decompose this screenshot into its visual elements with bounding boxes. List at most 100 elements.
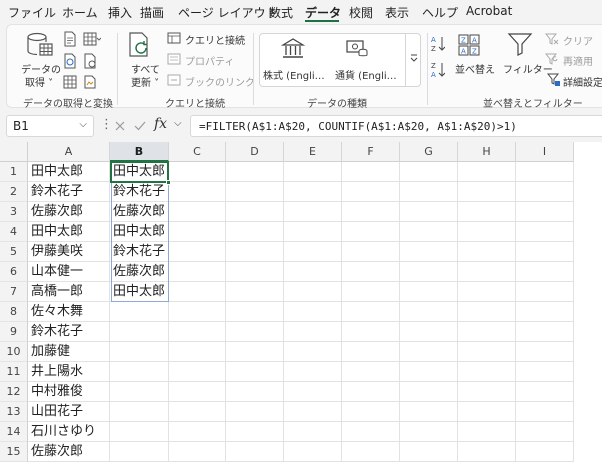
cell-h12[interactable] [458,382,516,402]
cell-g9[interactable] [400,322,458,342]
currencies-icon[interactable] [345,37,369,59]
cell-f9[interactable] [342,322,400,342]
cell-g3[interactable] [400,202,458,222]
cell-c12[interactable] [169,382,226,402]
cell-c15[interactable] [169,442,226,462]
cell-a2[interactable]: 鈴木花子 [28,182,110,202]
cell-e1[interactable] [284,162,342,182]
cell-e2[interactable] [284,182,342,202]
cell-e11[interactable] [284,362,342,382]
cell-f7[interactable] [342,282,400,302]
cell-a3[interactable]: 佐藤次郎 [28,202,110,222]
cell-a1[interactable]: 田中太郎 [28,162,110,182]
cell-d8[interactable] [226,302,284,322]
cell-g6[interactable] [400,262,458,282]
cell-c11[interactable] [169,362,226,382]
from-table-icon[interactable] [83,31,101,47]
cell-e12[interactable] [284,382,342,402]
cancel-icon[interactable] [114,120,126,132]
cell-h10[interactable] [458,342,516,362]
cell-c6[interactable] [169,262,226,282]
insert-function-icon[interactable]: fx [154,116,167,132]
cell-f11[interactable] [342,362,400,382]
sort-descending-icon[interactable]: Z A [431,61,445,79]
column-header-i[interactable]: I [516,142,574,162]
cell-d2[interactable] [226,182,284,202]
cell-h6[interactable] [458,262,516,282]
tab-data[interactable]: データ [305,4,341,21]
stocks-bank-icon[interactable] [281,37,305,59]
select-all-corner[interactable] [0,142,28,162]
cell-g12[interactable] [400,382,458,402]
cell-d4[interactable] [226,222,284,242]
cell-h15[interactable] [458,442,516,462]
advanced-filter-icon[interactable] [547,73,561,87]
cell-f5[interactable] [342,242,400,262]
cell-b10[interactable] [110,342,169,362]
cell-a9[interactable]: 鈴木花子 [28,322,110,342]
row-header-15[interactable]: 15 [0,442,28,462]
sort-dialog-icon[interactable]: Z A A Z [457,33,481,57]
column-header-g[interactable]: G [400,142,458,162]
cell-d15[interactable] [226,442,284,462]
cell-g10[interactable] [400,342,458,362]
refresh-all-dropdown-label[interactable]: 更新 ˅ [131,74,159,89]
cell-d3[interactable] [226,202,284,222]
tab-review[interactable]: 校閲 [349,4,373,21]
cell-h5[interactable] [458,242,516,262]
row-header-3[interactable]: 3 [0,202,28,222]
advanced-filter-button[interactable]: 詳細設定 [563,74,602,89]
cell-i7[interactable] [516,282,574,302]
cell-g11[interactable] [400,362,458,382]
cell-h2[interactable] [458,182,516,202]
column-header-c[interactable]: C [169,142,226,162]
cell-g7[interactable] [400,282,458,302]
column-header-b[interactable]: B [110,142,169,162]
cell-e15[interactable] [284,442,342,462]
cell-b14[interactable] [110,422,169,442]
cell-b8[interactable] [110,302,169,322]
row-header-13[interactable]: 13 [0,402,28,422]
cell-a11[interactable]: 井上陽水 [28,362,110,382]
cell-f15[interactable] [342,442,400,462]
cell-d14[interactable] [226,422,284,442]
cell-b3[interactable]: 佐藤次郎 [110,202,169,222]
cell-c13[interactable] [169,402,226,422]
cell-h1[interactable] [458,162,516,182]
cell-d13[interactable] [226,402,284,422]
from-web-icon[interactable] [63,53,77,69]
cell-g4[interactable] [400,222,458,242]
cell-a4[interactable]: 田中太郎 [28,222,110,242]
cell-h8[interactable] [458,302,516,322]
cell-i11[interactable] [516,362,574,382]
name-box[interactable]: B1 ⌵ [6,115,94,137]
cell-e7[interactable] [284,282,342,302]
cell-b2[interactable]: 鈴木花子 [110,182,169,202]
cell-c5[interactable] [169,242,226,262]
row-header-8[interactable]: 8 [0,302,28,322]
cell-f10[interactable] [342,342,400,362]
more-options-icon[interactable]: ⋮ [100,117,113,132]
column-header-d[interactable]: D [226,142,284,162]
tab-page-layout[interactable]: ページ レイアウト [178,4,278,21]
chevron-down-icon[interactable]: ⌵ [79,119,87,130]
cell-g1[interactable] [400,162,458,182]
cell-d11[interactable] [226,362,284,382]
enter-check-icon[interactable] [134,120,146,132]
cell-h7[interactable] [458,282,516,302]
row-header-7[interactable]: 7 [0,282,28,302]
tab-formulas[interactable]: 数式 [269,4,293,21]
cell-h14[interactable] [458,422,516,442]
queries-connections-icon[interactable] [167,32,181,44]
cell-a8[interactable]: 佐々木舞 [28,302,110,322]
cell-b6[interactable]: 佐藤次郎 [110,262,169,282]
row-header-2[interactable]: 2 [0,182,28,202]
cell-b11[interactable] [110,362,169,382]
cell-e14[interactable] [284,422,342,442]
cell-b4[interactable]: 田中太郎 [110,222,169,242]
refresh-all-icon[interactable] [127,31,153,59]
cell-e8[interactable] [284,302,342,322]
cell-i12[interactable] [516,382,574,402]
cell-e4[interactable] [284,222,342,242]
cell-i15[interactable] [516,442,574,462]
